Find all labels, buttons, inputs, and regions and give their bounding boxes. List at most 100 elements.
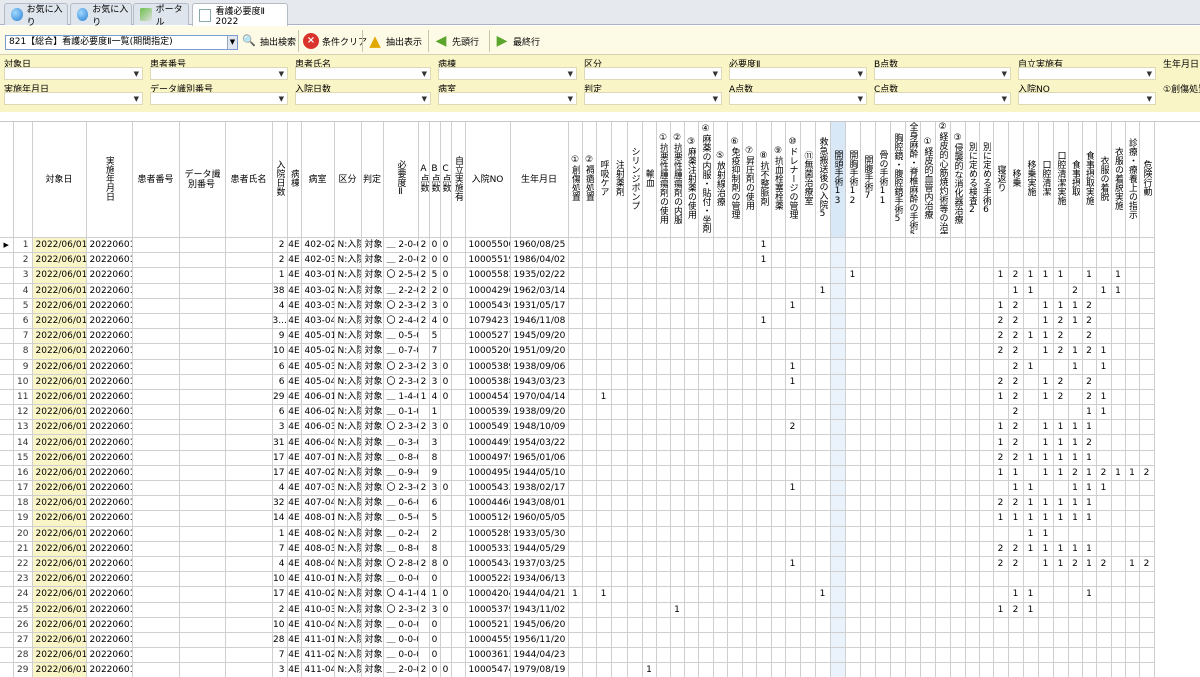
stay-days-cell[interactable]: 2 bbox=[272, 237, 288, 254]
need-level-cell[interactable]: 〇 2-3-0 bbox=[383, 419, 419, 436]
chevron-down-icon[interactable]: ▼ bbox=[1147, 93, 1152, 105]
flag-cell[interactable] bbox=[642, 465, 657, 482]
need-level-cell[interactable]: 〇 4-1-0 bbox=[383, 586, 419, 603]
flag-cell[interactable] bbox=[771, 662, 786, 677]
flag-cell[interactable] bbox=[1111, 359, 1126, 375]
judgement-cell[interactable]: 対象 bbox=[361, 252, 384, 269]
flag-cell[interactable] bbox=[815, 298, 831, 314]
flag-cell[interactable] bbox=[568, 495, 583, 512]
flag-cell[interactable] bbox=[627, 602, 643, 618]
flag-cell[interactable] bbox=[568, 510, 583, 527]
admission-no-cell[interactable]: 10005430 bbox=[465, 298, 511, 314]
category-cell[interactable]: N:入院 bbox=[334, 328, 362, 345]
flag-cell[interactable] bbox=[1068, 571, 1083, 588]
flag-cell[interactable]: 2 bbox=[993, 450, 1009, 466]
ward-cell[interactable]: 4E bbox=[287, 359, 302, 375]
admission-no-cell[interactable]: 10005474 bbox=[465, 662, 511, 677]
flag-cell[interactable] bbox=[568, 313, 583, 330]
flag-cell[interactable] bbox=[756, 586, 772, 603]
admission-no-cell[interactable]: 10004290 bbox=[465, 283, 511, 299]
flag-cell[interactable] bbox=[713, 267, 728, 284]
c-score-cell[interactable] bbox=[440, 632, 452, 649]
flag-cell[interactable] bbox=[950, 465, 966, 482]
c-score-cell[interactable] bbox=[440, 343, 452, 360]
flag-cell[interactable] bbox=[756, 571, 772, 588]
flag-cell[interactable] bbox=[905, 328, 921, 345]
ward-cell[interactable]: 4E bbox=[287, 510, 302, 527]
patient-name-cell[interactable] bbox=[225, 374, 273, 390]
patient-no-cell[interactable] bbox=[132, 328, 180, 345]
flag-cell[interactable] bbox=[979, 359, 994, 375]
b-score-cell[interactable]: 5 bbox=[429, 328, 441, 345]
flag-cell[interactable] bbox=[596, 526, 612, 542]
flag-cell[interactable] bbox=[684, 617, 699, 633]
column-header[interactable]: データ識別番号 bbox=[179, 122, 226, 238]
flag-cell[interactable]: 1 bbox=[785, 374, 801, 390]
flag-cell[interactable] bbox=[713, 252, 728, 269]
flag-cell[interactable] bbox=[642, 298, 657, 314]
category-cell[interactable]: N:入院 bbox=[334, 480, 362, 497]
flag-cell[interactable] bbox=[950, 617, 966, 633]
flag-cell[interactable] bbox=[684, 359, 699, 375]
column-header[interactable]: 生年月日 bbox=[510, 122, 569, 238]
flag-cell[interactable] bbox=[1139, 495, 1155, 512]
flag-cell[interactable] bbox=[890, 328, 906, 345]
impl-date-cell[interactable]: 20220601 bbox=[86, 389, 133, 406]
flag-cell[interactable] bbox=[727, 313, 743, 330]
flag-cell[interactable]: 1 bbox=[1068, 419, 1083, 436]
self-impl-cell[interactable] bbox=[451, 617, 466, 633]
room-cell[interactable]: 407-02 bbox=[301, 465, 335, 482]
flag-cell[interactable] bbox=[1053, 662, 1069, 677]
flag-cell[interactable]: 1 bbox=[1023, 328, 1039, 345]
flag-cell[interactable] bbox=[785, 434, 801, 451]
flag-cell[interactable] bbox=[890, 556, 906, 573]
flag-cell[interactable] bbox=[830, 237, 846, 254]
flag-cell[interactable] bbox=[920, 556, 936, 573]
target-date-cell[interactable]: 2022/06/01 bbox=[32, 632, 87, 649]
flag-cell[interactable] bbox=[627, 495, 643, 512]
target-date-cell[interactable]: 2022/06/01 bbox=[32, 313, 87, 330]
flag-cell[interactable] bbox=[979, 510, 994, 527]
flag-cell[interactable] bbox=[656, 662, 671, 677]
flag-cell[interactable] bbox=[582, 495, 597, 512]
flag-cell[interactable]: 2 bbox=[1082, 343, 1097, 360]
flag-cell[interactable] bbox=[890, 450, 906, 466]
column-header[interactable]: 救急搬送後の入院5 bbox=[815, 122, 831, 238]
flag-cell[interactable] bbox=[890, 283, 906, 299]
judgement-cell[interactable]: 対象 bbox=[361, 237, 384, 254]
b-score-cell[interactable]: 0 bbox=[429, 662, 441, 677]
flag-cell[interactable] bbox=[875, 313, 891, 330]
chevron-down-icon[interactable]: ▼ bbox=[134, 68, 139, 80]
flag-cell[interactable] bbox=[698, 662, 714, 677]
row-indicator[interactable] bbox=[0, 586, 14, 603]
impl-date-cell[interactable]: 20220601 bbox=[86, 404, 133, 421]
flag-cell[interactable] bbox=[845, 450, 861, 466]
target-date-cell[interactable]: 2022/06/01 bbox=[32, 298, 87, 314]
flag-cell[interactable]: 2 bbox=[1096, 465, 1112, 482]
flag-cell[interactable] bbox=[979, 252, 994, 269]
table-row[interactable]: 142022/06/0120220601314E406-04N:入院対象＿ 0-… bbox=[0, 434, 1155, 451]
flag-cell[interactable] bbox=[642, 419, 657, 436]
impl-date-cell[interactable]: 20220601 bbox=[86, 450, 133, 466]
flag-cell[interactable] bbox=[742, 374, 757, 390]
flag-cell[interactable] bbox=[756, 359, 772, 375]
flag-cell[interactable] bbox=[742, 510, 757, 527]
flag-cell[interactable]: 1 bbox=[1038, 343, 1054, 360]
data-id-cell[interactable] bbox=[179, 434, 226, 451]
self-impl-cell[interactable] bbox=[451, 495, 466, 512]
flag-cell[interactable] bbox=[1053, 237, 1069, 254]
flag-cell[interactable] bbox=[642, 510, 657, 527]
admission-no-cell[interactable]: 10005583 bbox=[465, 267, 511, 284]
patient-no-cell[interactable] bbox=[132, 434, 180, 451]
flag-cell[interactable] bbox=[656, 510, 671, 527]
a-score-cell[interactable] bbox=[418, 343, 430, 360]
flag-cell[interactable] bbox=[642, 480, 657, 497]
data-id-cell[interactable] bbox=[179, 617, 226, 633]
flag-cell[interactable]: 2 bbox=[1053, 389, 1069, 406]
flag-cell[interactable] bbox=[742, 480, 757, 497]
flag-cell[interactable] bbox=[596, 283, 612, 299]
flag-cell[interactable] bbox=[1096, 495, 1112, 512]
flag-cell[interactable] bbox=[684, 647, 699, 664]
flag-cell[interactable] bbox=[965, 632, 980, 649]
row-indicator[interactable] bbox=[0, 313, 14, 330]
